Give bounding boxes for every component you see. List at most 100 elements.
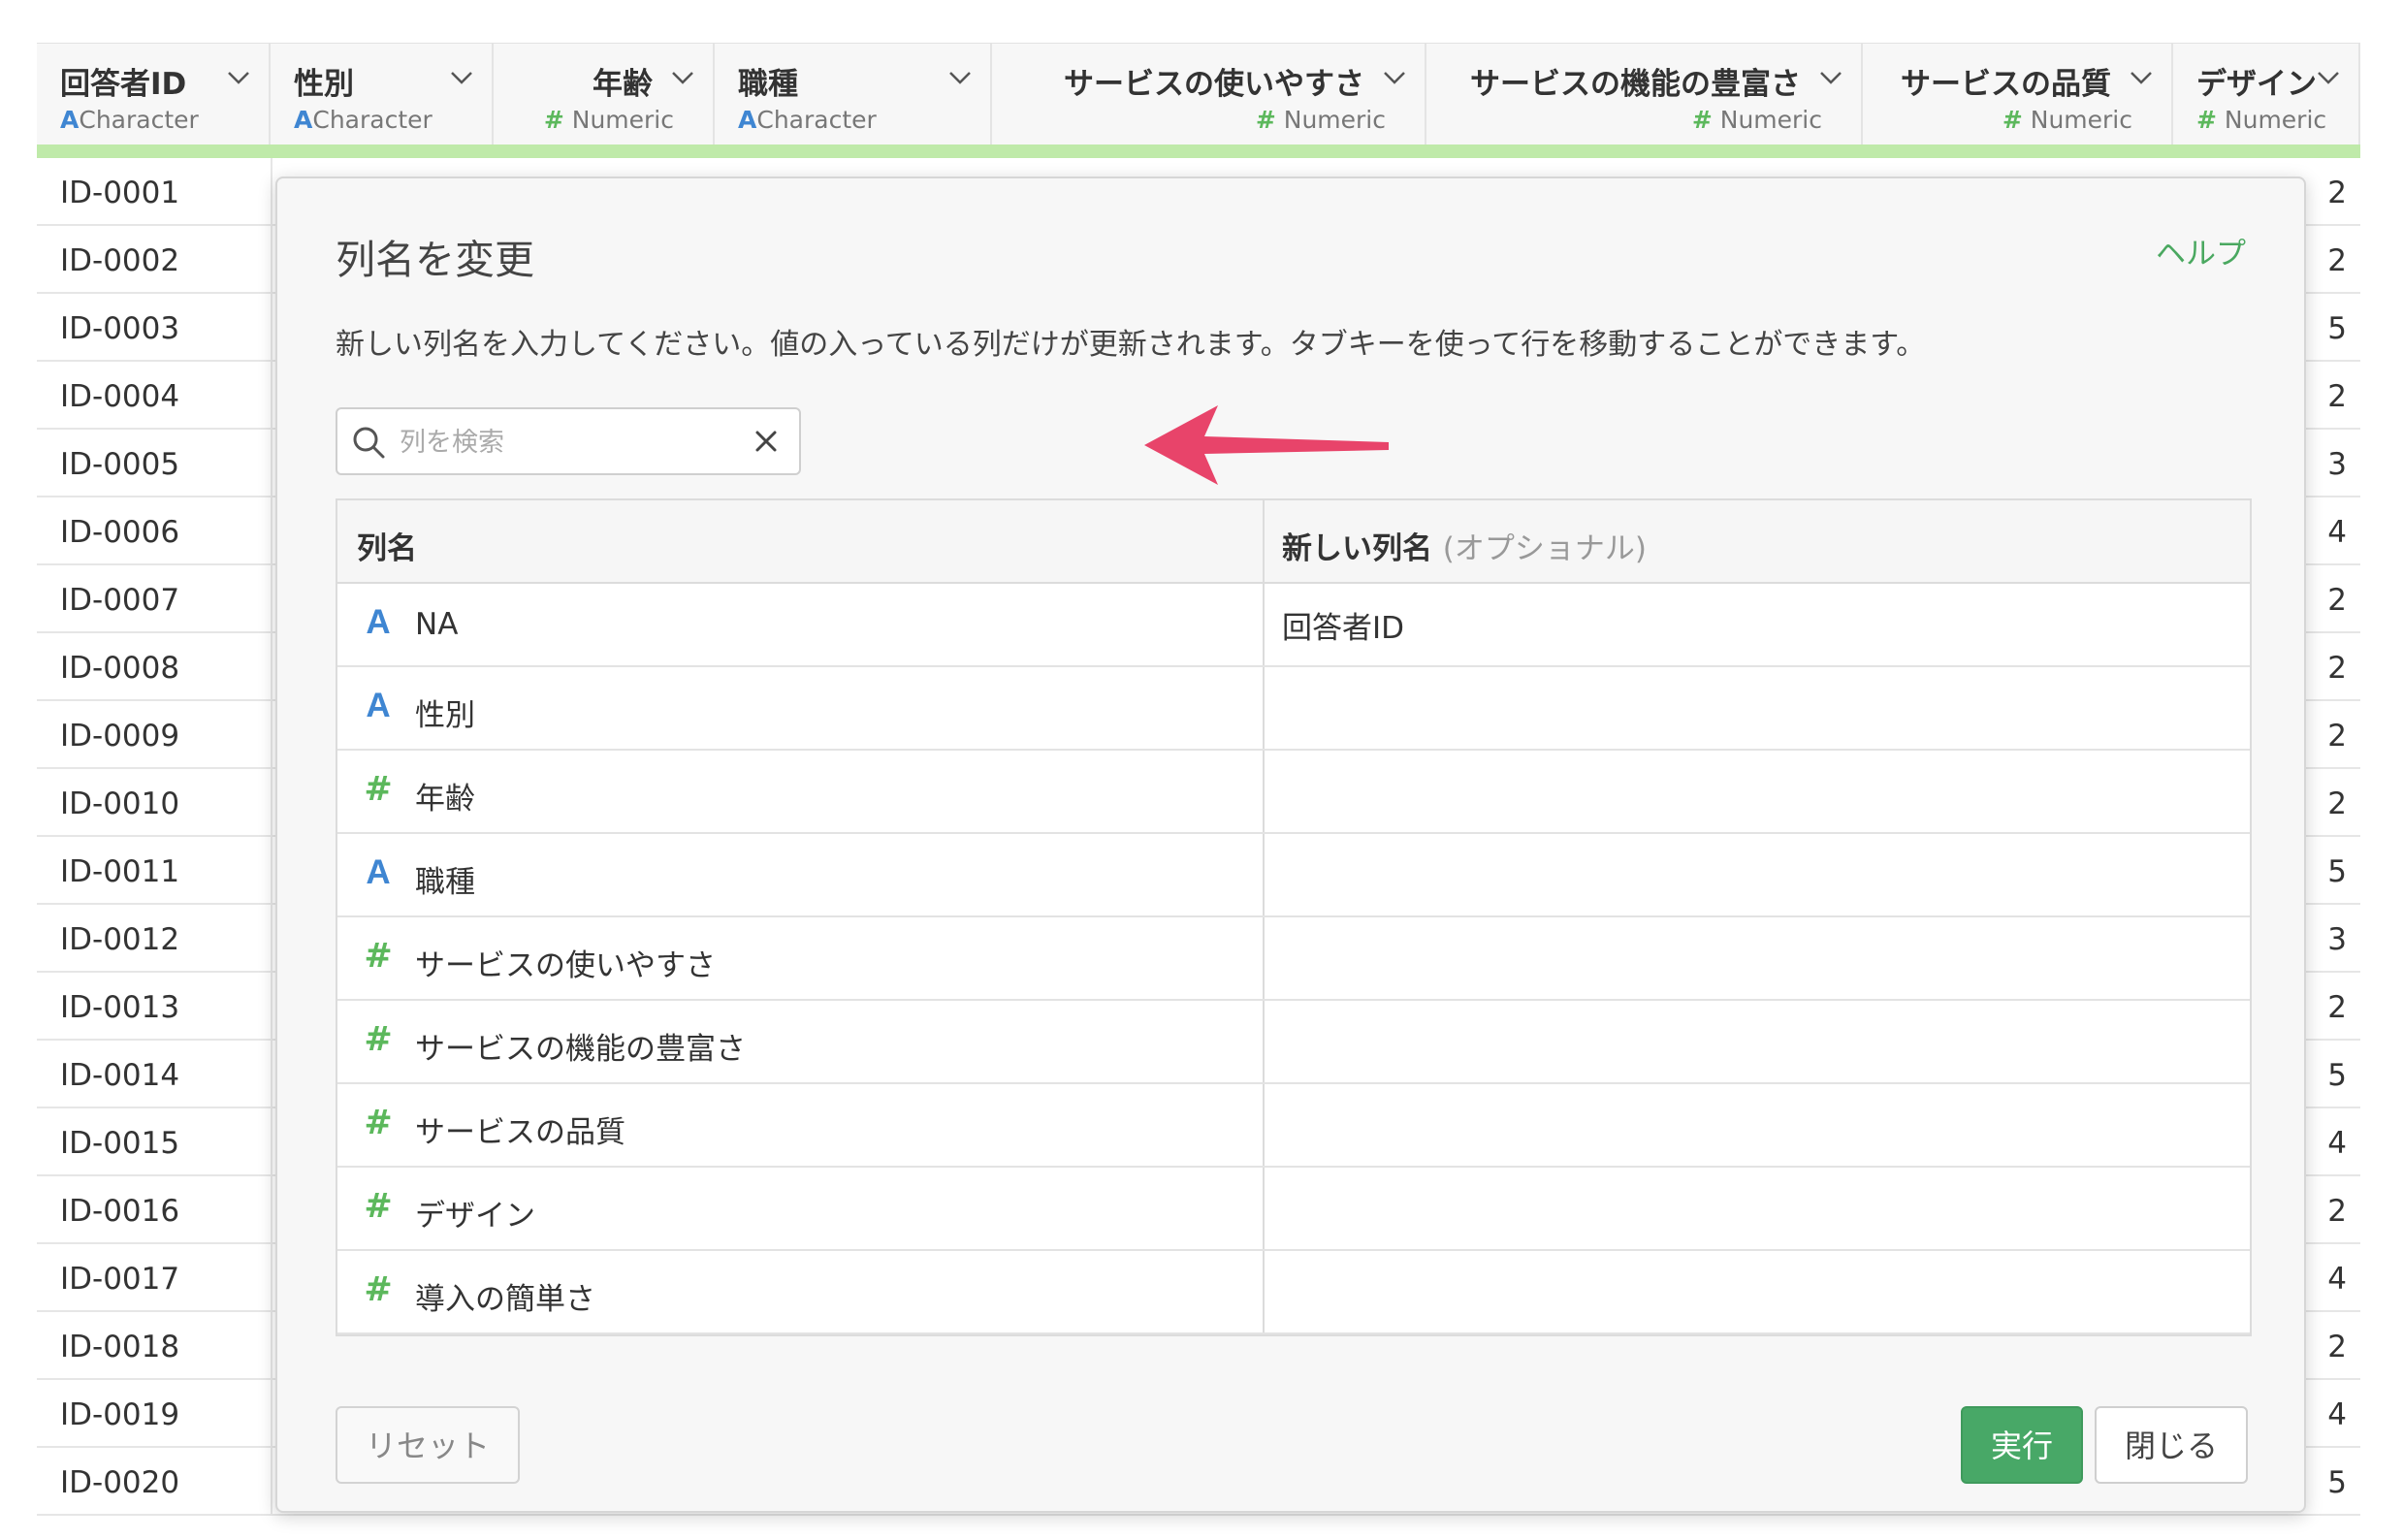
chevron-down-icon[interactable] [947,65,973,90]
cell-divider [271,769,272,835]
design-value-cell: 4 [2327,1126,2347,1161]
close-button[interactable]: 閉じる [2095,1406,2248,1484]
new-column-name-input[interactable] [1266,836,2246,914]
design-value-cell: 3 [2327,922,2347,957]
column-search-box[interactable] [336,407,801,475]
grid-column-name: デザイン [2196,67,2317,102]
grid-column-header[interactable]: サービスの機能の豊富さ # Numeric [1426,44,1863,144]
respondent-id-cell: ID-0004 [60,379,180,414]
grid-column-type-label: Numeric [2224,106,2327,134]
numeric-type-icon: # [364,1270,393,1309]
chevron-down-icon[interactable] [449,65,474,90]
clear-icon[interactable] [753,428,780,455]
cell-divider [271,633,272,699]
grid-column-header[interactable]: 回答者ID ACharacter [37,44,271,144]
chevron-down-icon[interactable] [670,65,695,90]
cell-divider [271,1448,272,1514]
rename-row: # サービスの機能の豊富さ [337,1001,2250,1084]
respondent-id-cell: ID-0012 [60,922,180,957]
new-column-name-input[interactable] [1266,753,2246,830]
cell-divider [271,362,272,428]
reset-button[interactable]: リセット [336,1406,520,1484]
current-column-name: サービスの品質 [415,1115,625,1150]
run-button[interactable]: 実行 [1961,1406,2083,1484]
chevron-down-icon[interactable] [1382,65,1407,90]
grid-column-name: サービスの使いやすさ [1064,67,1364,102]
design-value-cell: 2 [2327,1194,2347,1229]
new-column-name-input[interactable] [1266,586,2246,663]
design-value-cell: 2 [2327,786,2347,821]
respondent-id-cell: ID-0011 [60,854,180,889]
chevron-down-icon[interactable] [2316,65,2341,90]
numeric-type-icon: # [364,1187,393,1226]
new-column-name-input[interactable] [1266,1170,2246,1247]
grid-column-header[interactable]: サービスの品質 # Numeric [1863,44,2173,144]
grid-column-name: サービスの品質 [1901,67,2111,102]
respondent-id-cell: ID-0014 [60,1058,180,1093]
grid-column-type: # Numeric [2196,106,2326,134]
rename-row: # サービスの品質 [337,1084,2250,1168]
cell-divider [271,1041,272,1107]
design-value-cell: 4 [2327,1262,2347,1297]
grid-column-name: 性別 [294,67,354,102]
character-type-icon: A [738,106,757,134]
current-column-name: 職種 [415,865,475,900]
character-type-icon: A [366,603,391,641]
rename-row: # 年齢 [337,751,2250,834]
chevron-down-icon[interactable] [226,65,251,90]
rename-table-header: 列名 新しい列名 (オプショナル) [337,500,2250,584]
numeric-type-icon: # [543,106,564,134]
search-icon [353,427,385,459]
respondent-id-cell: ID-0013 [60,990,180,1025]
cell-divider [271,158,272,224]
grid-column-header[interactable]: サービスの使いやすさ # Numeric [992,44,1426,144]
grid-column-header[interactable]: 性別 ACharacter [271,44,494,144]
respondent-id-cell: ID-0003 [60,311,180,346]
numeric-type-icon: # [2196,106,2217,134]
dialog-description: 新しい列名を入力してください。値の入っている列だけが更新されます。タブキーを使っ… [336,328,1926,362]
rename-row: # サービスの使いやすさ [337,917,2250,1001]
current-column-name: 性別 [415,698,475,733]
character-type-icon: A [366,853,391,891]
chevron-down-icon[interactable] [1818,65,1843,90]
respondent-id-cell: ID-0019 [60,1397,180,1432]
dialog-title: 列名を変更 [336,237,534,283]
design-value-cell: 2 [2327,990,2347,1025]
column-search-input[interactable] [398,419,731,465]
grid-column-header[interactable]: 年齢 # Numeric [494,44,715,144]
design-value-cell: 5 [2327,854,2347,889]
rename-row: A 職種 [337,834,2250,917]
design-value-cell: 4 [2327,1397,2347,1432]
character-type-icon: A [294,106,313,134]
respondent-id-cell: ID-0015 [60,1126,180,1161]
numeric-type-icon: # [364,1104,393,1142]
chevron-down-icon[interactable] [2129,65,2154,90]
rename-row: A NA [337,584,2250,667]
new-column-name-input[interactable] [1266,919,2246,997]
respondent-id-cell: ID-0018 [60,1330,180,1364]
new-column-name-input[interactable] [1266,1253,2246,1331]
respondent-id-cell: ID-0008 [60,651,180,686]
new-column-name-input[interactable] [1266,1086,2246,1164]
new-column-name-input[interactable] [1266,1003,2246,1080]
cell-divider [271,497,272,563]
design-value-cell: 5 [2327,311,2347,346]
grid-column-header[interactable]: 職種 ACharacter [715,44,992,144]
design-value-cell: 4 [2327,515,2347,550]
new-column-name-header: 新しい列名 (オプショナル) [1282,524,1647,567]
current-column-name: 導入の簡単さ [415,1282,595,1317]
design-value-cell: 2 [2327,1330,2347,1364]
column-name-header: 列名 [357,531,417,566]
design-value-cell: 2 [2327,719,2347,754]
grid-column-header[interactable]: デザイン # Numeric [2173,44,2360,144]
cell-divider [271,1176,272,1242]
new-column-name-header-label: 新しい列名 [1282,531,1432,566]
respondent-id-cell: ID-0007 [60,583,180,618]
new-column-name-input[interactable] [1266,669,2246,747]
rename-columns-dialog: 列名を変更 ヘルプ 新しい列名を入力してください。値の入っている列だけが更新され… [275,176,2306,1513]
respondent-id-cell: ID-0005 [60,447,180,482]
help-link[interactable]: ヘルプ [2156,229,2246,273]
annotation-arrow-icon [1144,405,1389,485]
cell-divider [271,905,272,971]
grid-column-type: ACharacter [738,106,877,134]
